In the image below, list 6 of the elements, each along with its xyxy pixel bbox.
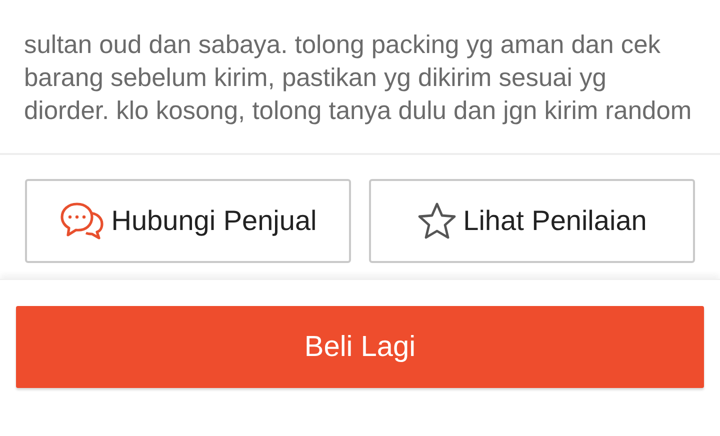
chat-icon	[59, 201, 106, 241]
star-icon	[417, 201, 458, 241]
view-ratings-button[interactable]: Lihat Penilaian	[369, 179, 695, 263]
buy-again-button[interactable]: Beli Lagi	[16, 306, 704, 388]
note-text: sultan oud dan sabaya. tolong packing yg aman dan cek barang sebelum kirim, pastikan yg dikirim sesuai yg diorder. klo kosong, tolong tanya dulu dan jgn kirim random	[24, 30, 693, 127]
contact-seller-button[interactable]: Hubungi Penjual	[25, 179, 351, 263]
